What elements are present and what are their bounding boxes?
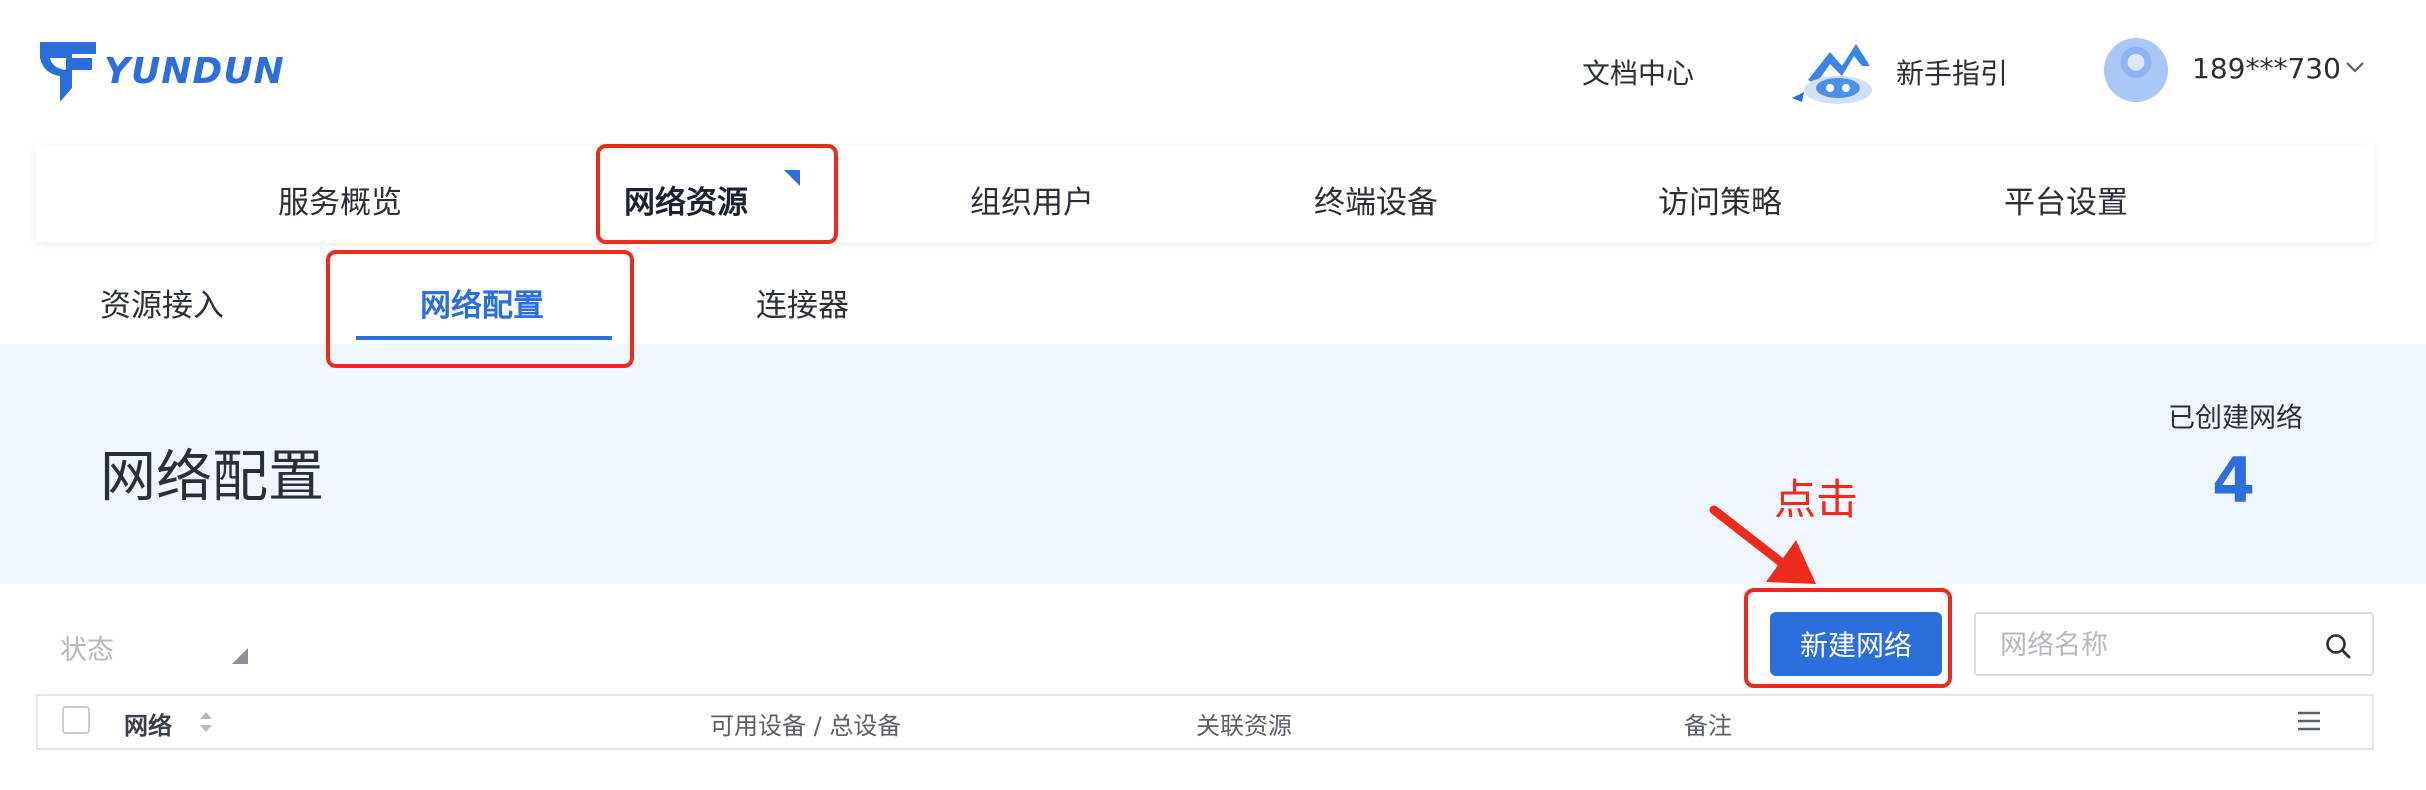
highlight-box-new-button xyxy=(1744,588,1952,688)
highlight-box-network-config xyxy=(326,250,634,368)
status-filter[interactable]: 状态 xyxy=(60,628,114,667)
search-box[interactable] xyxy=(1974,612,2374,676)
nav-item-platform-settings[interactable]: 平台设置 xyxy=(2004,177,2128,222)
user-account-label[interactable]: 189***730 xyxy=(2192,52,2341,85)
brand-logo[interactable]: YUNDUN xyxy=(36,36,285,106)
search-input[interactable] xyxy=(1998,626,2302,664)
created-networks-count: 4 xyxy=(2212,444,2256,517)
avatar[interactable] xyxy=(2104,38,2168,102)
nav-item-access-policy[interactable]: 访问策略 xyxy=(1658,177,1782,222)
column-menu-icon[interactable] xyxy=(2296,710,2322,732)
sort-icon[interactable] xyxy=(196,708,216,736)
docs-center-link[interactable]: 文档中心 xyxy=(1582,52,1694,92)
column-header-linked-resources: 关联资源 xyxy=(1196,712,1292,740)
nav-item-service-overview[interactable]: 服务概览 xyxy=(278,177,402,222)
beginner-guide-link[interactable]: 新手指引 xyxy=(1896,52,2008,92)
select-all-checkbox[interactable] xyxy=(62,706,90,734)
dropdown-corner-icon[interactable] xyxy=(232,648,248,664)
nav-item-terminal-devices[interactable]: 终端设备 xyxy=(1314,177,1438,222)
page-banner xyxy=(0,344,2426,584)
column-header-remarks: 备注 xyxy=(1684,712,1732,740)
search-icon[interactable] xyxy=(2324,632,2352,660)
nav-item-org-users[interactable]: 组织用户 xyxy=(970,177,1094,222)
arrow-annotation-icon xyxy=(1709,505,1816,584)
created-networks-label: 已创建网络 xyxy=(2168,403,2303,434)
logo-text: YUNDUN xyxy=(104,50,285,92)
chevron-down-icon[interactable] xyxy=(2344,56,2366,78)
yundun-logo-icon xyxy=(40,42,96,102)
tab-connector[interactable]: 连接器 xyxy=(756,280,849,325)
page-title: 网络配置 xyxy=(100,445,324,510)
column-header-devices: 可用设备 / 总设备 xyxy=(710,712,902,740)
guide-mascot-icon[interactable] xyxy=(1790,36,1886,108)
highlight-box-network-resources xyxy=(596,144,838,244)
tab-resource-access[interactable]: 资源接入 xyxy=(100,280,224,325)
column-header-network[interactable]: 网络 xyxy=(124,706,172,741)
